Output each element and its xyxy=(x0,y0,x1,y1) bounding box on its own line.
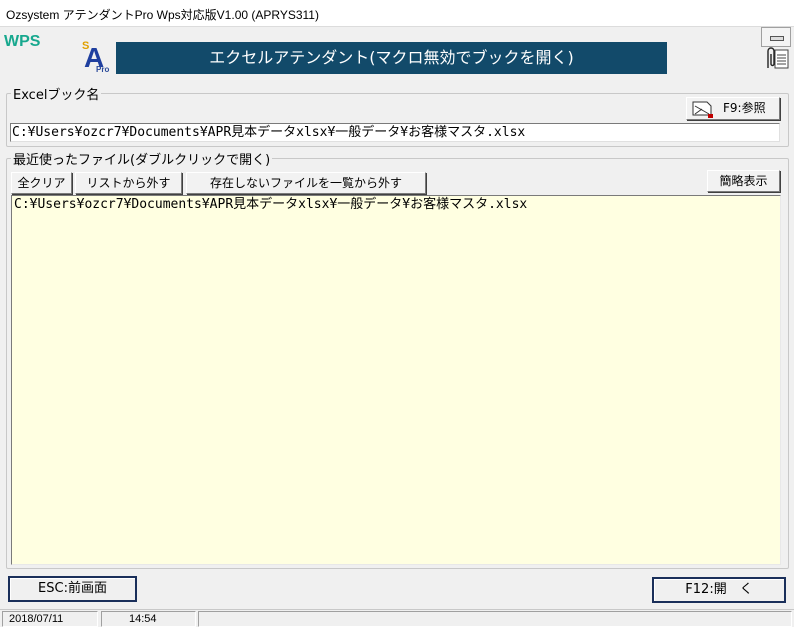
minimize-panel-button[interactable] xyxy=(761,27,791,47)
title-bar: Ozsystem アテンダントPro Wps対応版V1.00 (APRYS311… xyxy=(0,0,794,27)
browse-button-label: F9:参照 xyxy=(723,101,766,115)
remove-from-list-button[interactable]: リストから外す xyxy=(75,172,182,194)
esc-back-button[interactable]: ESC:前画面 xyxy=(8,576,137,602)
excel-book-legend: Excelブック名 xyxy=(11,84,102,103)
status-date: 2018/07/11 xyxy=(2,611,98,627)
remove-missing-files-button[interactable]: 存在しないファイルを一覧から外す xyxy=(186,172,426,194)
screen-title-banner: エクセルアテンダント(マクロ無効でブックを開く) xyxy=(116,42,667,74)
open-folder-icon xyxy=(690,99,716,119)
simple-view-button[interactable]: 簡略表示 xyxy=(707,170,780,192)
sa-logo-pro: Pro xyxy=(96,65,110,74)
status-time: 14:54 xyxy=(101,611,196,627)
browse-button[interactable]: F9:参照 xyxy=(686,97,780,120)
recent-files-legend: 最近使ったファイル(ダブルクリックで開く) xyxy=(11,149,273,168)
window-title: Ozsystem アテンダントPro Wps対応版V1.00 (APRYS311… xyxy=(6,8,319,22)
excel-path-field[interactable]: C:¥Users¥ozcr7¥Documents¥APR見本データxlsx¥一般… xyxy=(10,123,780,142)
sa-pro-logo: A S Pro xyxy=(80,40,114,76)
list-item[interactable]: C:¥Users¥ozcr7¥Documents¥APR見本データxlsx¥一般… xyxy=(12,196,780,213)
wps-logo: WPS xyxy=(4,33,41,50)
clip-icon[interactable] xyxy=(762,46,790,70)
sa-logo-s: S xyxy=(82,40,90,52)
status-bar: 2018/07/11 14:54 xyxy=(0,609,794,627)
status-empty xyxy=(198,611,792,627)
recent-files-list[interactable]: C:¥Users¥ozcr7¥Documents¥APR見本データxlsx¥一般… xyxy=(11,195,781,565)
f12-open-button[interactable]: F12:開 く xyxy=(652,577,786,603)
clear-all-button[interactable]: 全クリア xyxy=(11,172,72,194)
